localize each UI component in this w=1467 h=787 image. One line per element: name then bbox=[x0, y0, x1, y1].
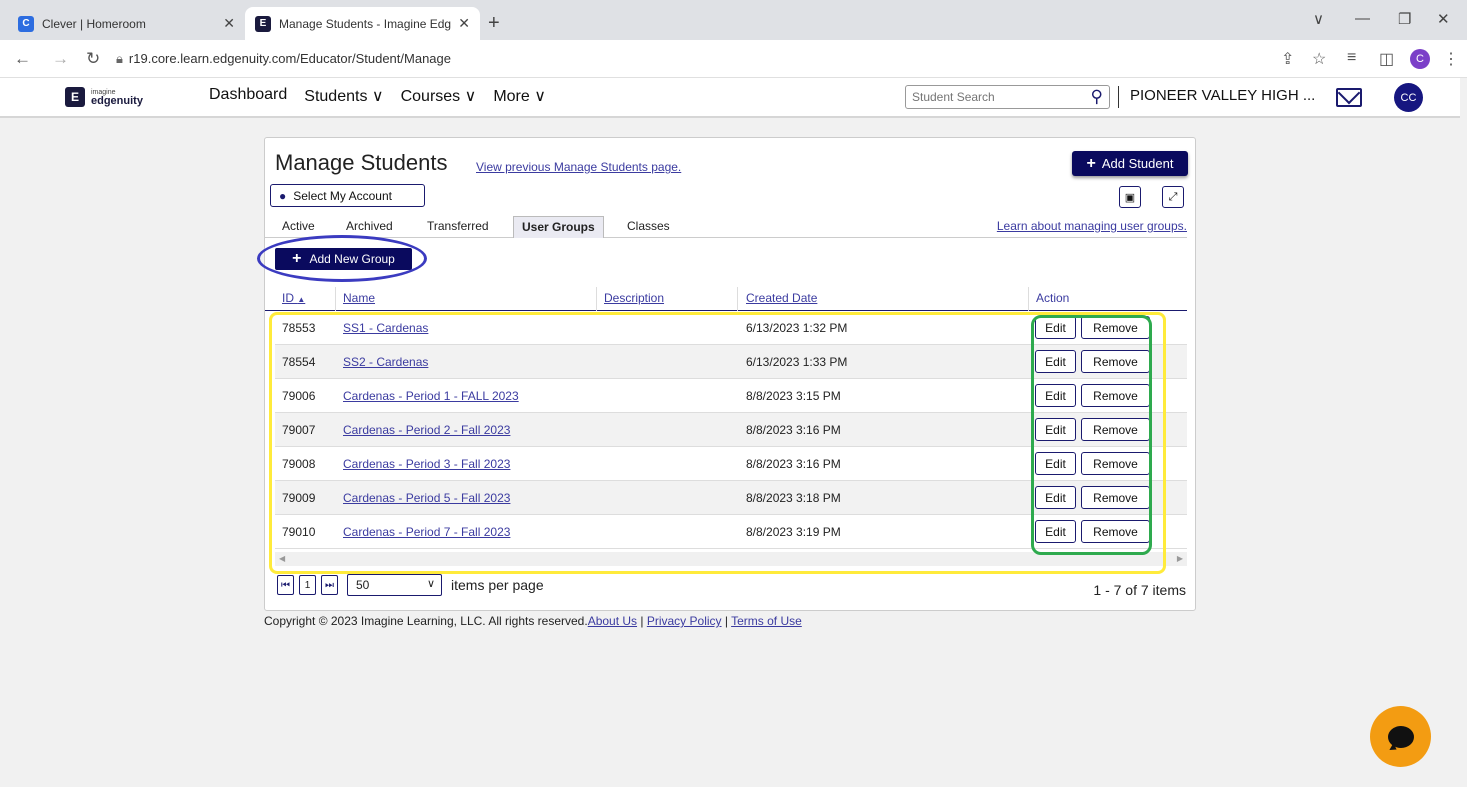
copyright-text: Copyright © 2023 Imagine Learning, LLC. … bbox=[264, 614, 588, 628]
browser-tab-title: Clever | Homeroom bbox=[42, 16, 146, 31]
column-header-created-date[interactable]: Created Date bbox=[746, 291, 817, 305]
app-header: E imagine edgenuity Dashboard Students ∨… bbox=[0, 78, 1460, 118]
tab-transferred[interactable]: Transferred bbox=[419, 216, 497, 238]
person-icon: ● bbox=[279, 188, 287, 203]
green-annotation-box bbox=[1031, 315, 1152, 555]
status-tabs: Active Archived Transferred User Groups … bbox=[265, 213, 1187, 238]
about-us-link[interactable]: About Us bbox=[588, 614, 637, 628]
footer: Copyright © 2023 Imagine Learning, LLC. … bbox=[264, 614, 802, 628]
browser-tab-manage-students[interactable]: E Manage Students - Imagine Edg ✕ bbox=[245, 7, 480, 40]
bookmark-star-icon[interactable]: ☆ bbox=[1312, 49, 1326, 69]
address-bar: ← → ↻ 🔒︎ r19.core.learn.edgenuity.com/Edu… bbox=[0, 40, 1467, 78]
table-header: ID ▲ Name Description Created Date Actio… bbox=[265, 287, 1187, 311]
url-field[interactable]: 🔒︎ r19.core.learn.edgenuity.com/Educator/… bbox=[116, 51, 451, 67]
terms-of-use-link[interactable]: Terms of Use bbox=[731, 614, 802, 628]
tab-active[interactable]: Active bbox=[274, 216, 323, 238]
main-nav: Dashboard Students ∨ Courses ∨ More ∨ bbox=[209, 86, 546, 106]
export-excel-icon[interactable]: ▣ bbox=[1119, 186, 1141, 208]
column-header-action: Action bbox=[1036, 291, 1070, 305]
nav-courses[interactable]: Courses ∨ bbox=[401, 86, 477, 106]
page-number-button[interactable]: 1 bbox=[299, 575, 316, 595]
clever-favicon-icon: C bbox=[18, 15, 34, 32]
school-selector[interactable]: PIONEER VALLEY HIGH ... bbox=[1130, 87, 1315, 104]
student-search-input[interactable] bbox=[912, 90, 1072, 104]
page-scrollbar[interactable] bbox=[1460, 78, 1467, 787]
header-divider bbox=[1118, 86, 1119, 108]
forward-icon[interactable]: → bbox=[52, 49, 69, 69]
column-header-id[interactable]: ID ▲ bbox=[282, 291, 305, 305]
restore-icon[interactable]: ❐ bbox=[1398, 10, 1411, 28]
back-icon[interactable]: ← bbox=[14, 49, 31, 69]
close-tab-icon[interactable]: ✕ bbox=[458, 15, 470, 32]
plus-icon: + bbox=[1086, 154, 1096, 172]
chevron-down-icon: ∨ bbox=[426, 578, 435, 590]
add-student-button[interactable]: + Add Student bbox=[1072, 151, 1188, 176]
side-panel-icon[interactable]: ◫ bbox=[1379, 49, 1394, 69]
close-tab-icon[interactable]: ✕ bbox=[223, 15, 235, 32]
tab-user-groups[interactable]: User Groups bbox=[513, 216, 604, 238]
chat-button[interactable] bbox=[1370, 706, 1431, 767]
reload-icon[interactable]: ↻ bbox=[86, 49, 100, 69]
tab-search-chevron-icon[interactable]: ∨ bbox=[1313, 10, 1324, 28]
column-header-name[interactable]: Name bbox=[343, 291, 375, 305]
mail-icon[interactable] bbox=[1336, 88, 1362, 107]
browser-menu-icon[interactable]: ⋮ bbox=[1443, 49, 1459, 69]
minimize-icon[interactable]: — bbox=[1355, 10, 1370, 27]
previous-page-link[interactable]: View previous Manage Students page. bbox=[476, 160, 681, 174]
tab-classes[interactable]: Classes bbox=[619, 216, 678, 238]
student-search: ⚲ bbox=[905, 85, 1110, 109]
blue-annotation-oval bbox=[257, 235, 427, 282]
new-tab-icon[interactable]: + bbox=[488, 12, 500, 35]
select-my-account-button[interactable]: ● Select My Account bbox=[270, 184, 425, 207]
browser-tab-bar: C Clever | Homeroom ✕ E Manage Students … bbox=[0, 0, 1467, 40]
nav-dashboard[interactable]: Dashboard bbox=[209, 86, 287, 106]
item-count: 1 - 7 of 7 items bbox=[1093, 582, 1186, 598]
last-page-icon[interactable]: ⏭ bbox=[321, 575, 338, 595]
browser-tab-title: Manage Students - Imagine Edg bbox=[279, 16, 452, 31]
user-avatar[interactable]: CC bbox=[1394, 83, 1423, 112]
sort-asc-icon: ▲ bbox=[297, 295, 306, 304]
learn-user-groups-link[interactable]: Learn about managing user groups. bbox=[997, 219, 1187, 233]
window-close-icon[interactable]: ✕ bbox=[1437, 10, 1450, 28]
logo-text-edgenuity: edgenuity bbox=[91, 95, 143, 107]
expand-icon[interactable]: ⤢ bbox=[1162, 186, 1184, 208]
browser-profile-avatar[interactable]: C bbox=[1410, 49, 1430, 69]
page-title: Manage Students bbox=[275, 150, 448, 175]
reading-list-icon[interactable]: ≡ bbox=[1347, 49, 1356, 67]
edgenuity-logo-icon: E bbox=[65, 87, 85, 107]
page-size-select[interactable]: 50 ∨ bbox=[347, 574, 442, 596]
nav-students[interactable]: Students ∨ bbox=[304, 86, 383, 106]
browser-tab-clever[interactable]: C Clever | Homeroom ✕ bbox=[8, 7, 245, 40]
lock-icon: 🔒︎ bbox=[116, 51, 123, 66]
privacy-policy-link[interactable]: Privacy Policy bbox=[647, 614, 722, 628]
chat-bubble-icon bbox=[1387, 725, 1414, 748]
search-icon[interactable]: ⚲ bbox=[1091, 87, 1103, 107]
nav-more[interactable]: More ∨ bbox=[493, 86, 546, 106]
share-icon[interactable]: ⇪ bbox=[1281, 49, 1294, 69]
first-page-icon[interactable]: ⏮ bbox=[277, 575, 294, 595]
scroll-right-icon[interactable]: ▶ bbox=[1177, 554, 1183, 563]
url-text: r19.core.learn.edgenuity.com/Educator/St… bbox=[128, 51, 451, 66]
edgenuity-logo[interactable]: E imagine edgenuity bbox=[65, 87, 143, 107]
edgenuity-favicon-icon: E bbox=[255, 15, 271, 32]
manage-students-panel: Manage Students View previous Manage Stu… bbox=[257, 137, 1196, 611]
pager: ⏮ 1 ⏭ 50 ∨ items per page bbox=[277, 574, 544, 596]
items-per-page-label: items per page bbox=[451, 577, 544, 593]
column-header-description[interactable]: Description bbox=[604, 291, 664, 305]
